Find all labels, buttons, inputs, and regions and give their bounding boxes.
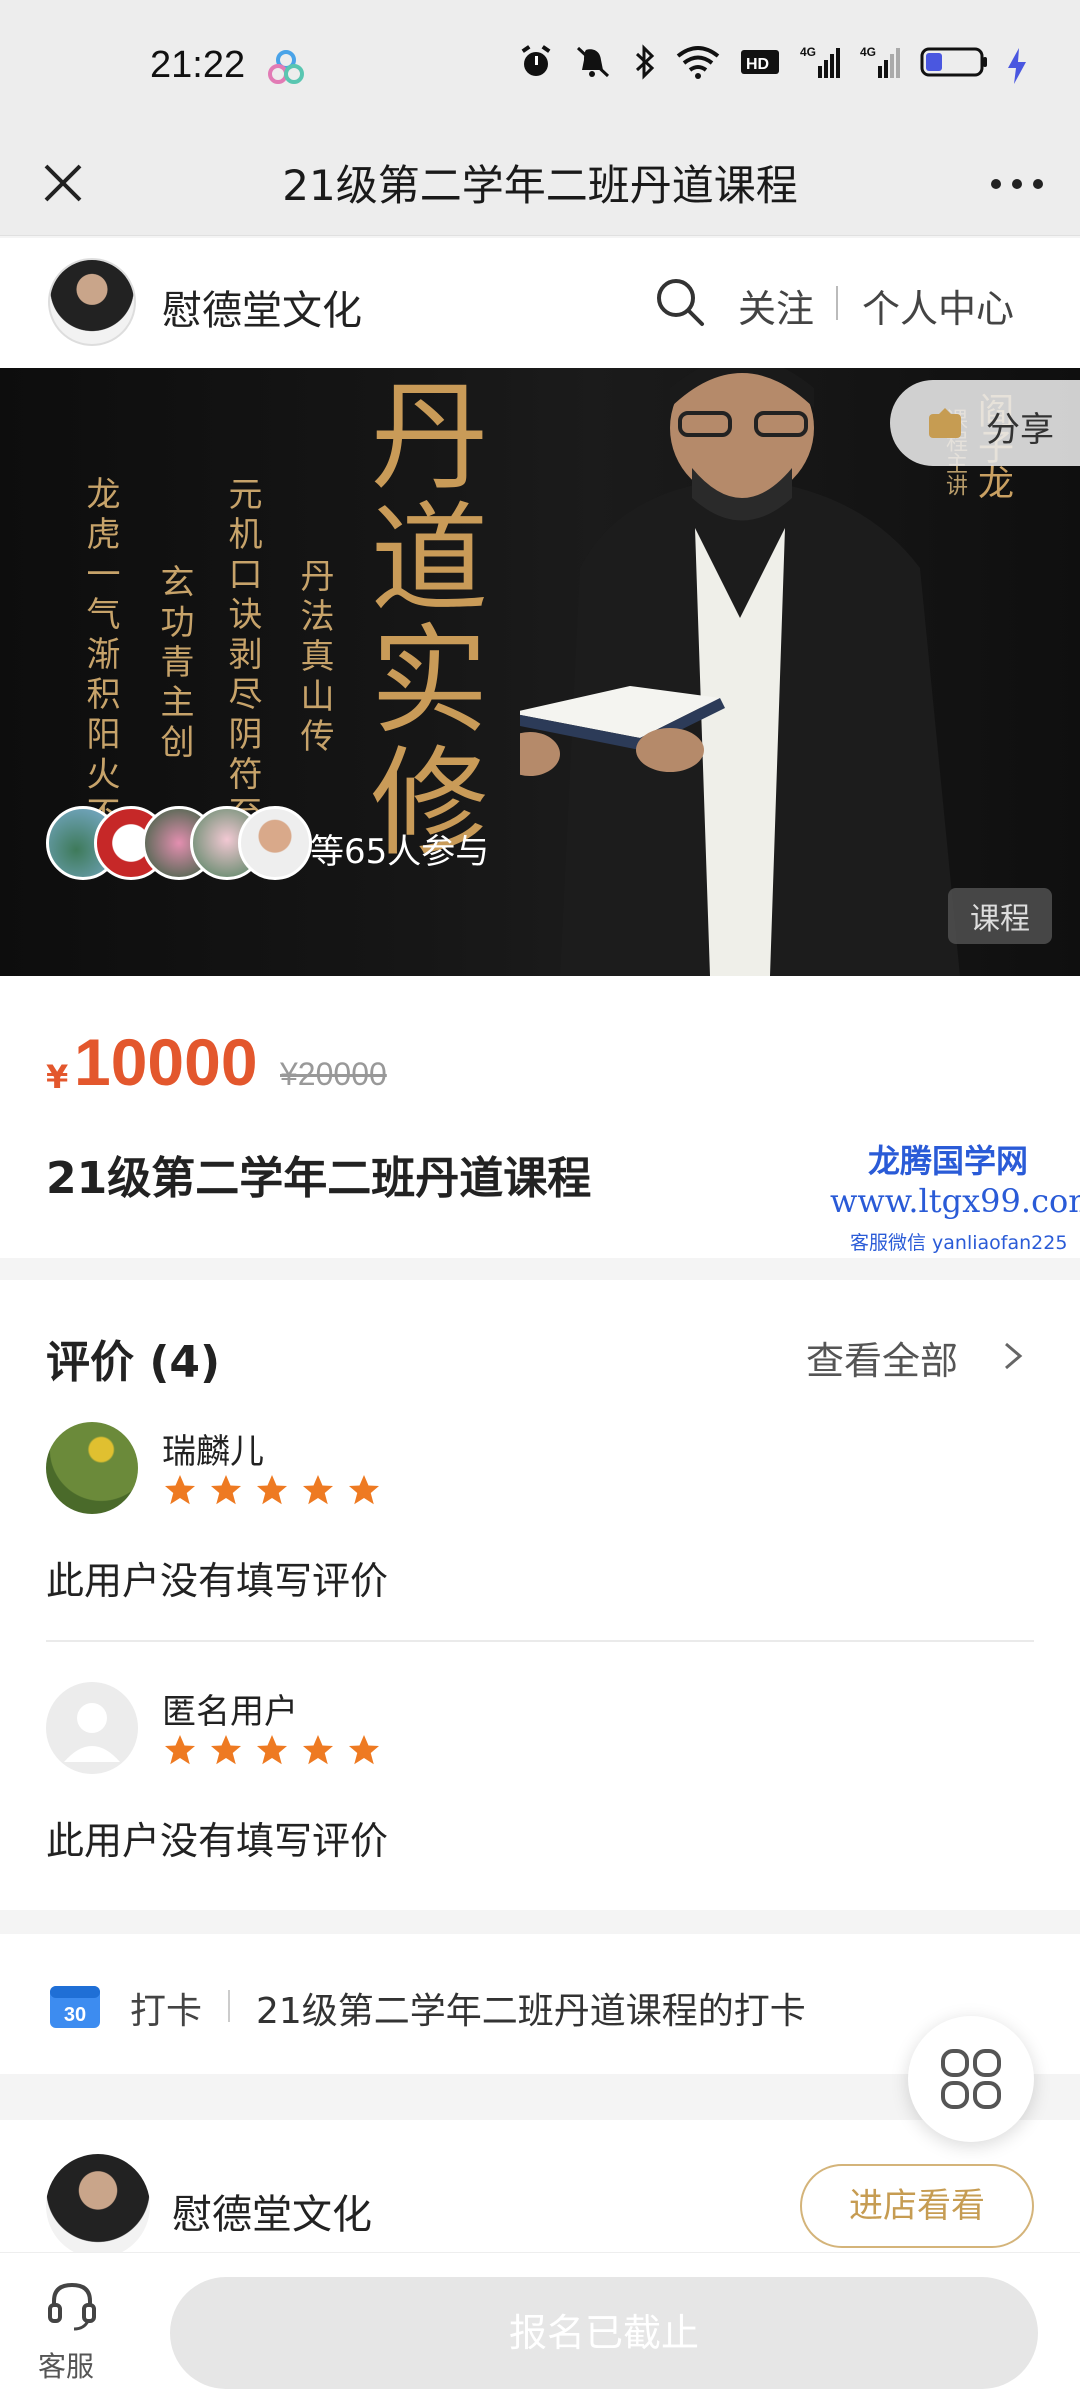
status-icons: HD 4G 4G: [518, 44, 990, 80]
participant-avatar: [238, 806, 312, 880]
checkin-text: 21级第二学年二班丹道课程的打卡: [256, 1991, 806, 2032]
star-icon: [257, 1735, 287, 1765]
review-text: 此用户没有填写评价: [46, 1559, 389, 1603]
rating-stars: [162, 1732, 382, 1768]
watermark-url: www.ltgx99.com: [830, 1182, 1080, 1220]
star-icon: [165, 1735, 195, 1765]
price-original: ¥20000: [280, 1056, 387, 1092]
shop-footer-card: 慰德堂文化 进店看看: [0, 2120, 1080, 2260]
signal-4g-icon-2: 4G: [860, 45, 900, 78]
share-label: 分享: [986, 410, 1054, 450]
alarm-icon: [521, 45, 551, 76]
svg-text:4G: 4G: [860, 45, 876, 59]
star-icon: [165, 1475, 195, 1505]
shop-footer-name[interactable]: 慰德堂文化: [172, 2182, 372, 2240]
chevron-right-icon[interactable]: [998, 1336, 1028, 1376]
watermark-contact: 客服微信 yanliaofan225: [850, 1232, 1068, 1254]
shop-footer-avatar[interactable]: [46, 2154, 150, 2258]
header-divider: [836, 286, 838, 320]
share-button[interactable]: 分享: [890, 380, 1080, 466]
calendar-number: 30: [64, 2004, 86, 2026]
star-icon: [211, 1475, 241, 1505]
reviewer-name: 瑞麟儿: [162, 1432, 264, 1472]
star-icon: [349, 1475, 379, 1505]
more-options-icon[interactable]: [982, 154, 1052, 214]
review-divider: [46, 1640, 1034, 1642]
app-notification-icon: [268, 50, 304, 84]
enroll-button[interactable]: 报名已截止: [170, 2277, 1038, 2389]
course-type-tag: 课程: [948, 888, 1052, 944]
star-icon: [257, 1475, 287, 1505]
mute-icon: [576, 46, 610, 78]
reviews-section: 评价 (4) 查看全部 瑞麟儿 此用户没有填写评价 匿名用户 此用户没有填写评价: [0, 1280, 1080, 1910]
star-icon: [303, 1735, 333, 1765]
svg-text:4G: 4G: [800, 45, 816, 59]
charging-icon: [1008, 48, 1026, 84]
shop-name[interactable]: 慰德堂文化: [162, 278, 362, 336]
price-current: 10000: [74, 1025, 258, 1099]
grid-menu-icon: [941, 2049, 1001, 2109]
rating-stars: [162, 1472, 382, 1508]
calendar-icon: 30: [50, 1986, 100, 2028]
banner-big-title: 丹道实修: [350, 374, 488, 862]
star-icon: [211, 1735, 241, 1765]
customer-service-icon[interactable]: [44, 2277, 100, 2333]
view-all-reviews-link[interactable]: 查看全部: [806, 1330, 958, 1385]
visit-shop-button[interactable]: 进店看看: [800, 2164, 1034, 2248]
watermark-site-name: 龙腾国学网: [868, 1142, 1029, 1180]
bottom-action-bar: 客服 报名已截止: [0, 2252, 1080, 2400]
share-icon: [929, 408, 961, 438]
participants-count: 等65人参与: [310, 832, 490, 872]
star-icon: [349, 1735, 379, 1765]
floating-menu-button[interactable]: [908, 2016, 1034, 2142]
reviews-title: 评价 (4): [46, 1337, 221, 1388]
personal-center-link[interactable]: 个人中心: [862, 278, 1014, 333]
reviewer-avatar: [46, 1682, 138, 1774]
nav-bar: 21级第二学年二班丹道课程: [0, 130, 1080, 236]
signal-4g-icon: 4G: [800, 45, 840, 78]
course-title: 21级第二学年二班丹道课程: [46, 1153, 592, 1204]
svg-text:HD: HD: [746, 56, 769, 73]
follow-button[interactable]: 关注: [738, 278, 814, 333]
status-time: 21:22: [150, 44, 246, 86]
reviewer-name: 匿名用户: [162, 1692, 298, 1732]
checkin-label: 打卡: [130, 1991, 203, 2032]
search-icon[interactable]: [652, 274, 708, 330]
price-currency: ¥: [46, 1058, 69, 1096]
hd-icon: HD: [741, 50, 779, 74]
banner-text-col2: 玄功青主创: [154, 564, 194, 764]
bluetooth-icon: [635, 44, 655, 80]
reviewer-avatar: [46, 1422, 138, 1514]
status-bar: 21:22 HD 4G 4G: [0, 0, 1080, 130]
customer-service-label[interactable]: 客服: [38, 2345, 94, 2385]
price-section: ¥ 10000 ¥20000 21级第二学年二班丹道课程 龙腾国学网 www.l…: [0, 976, 1080, 1258]
default-avatar-icon: [64, 1703, 120, 1762]
battery-icon: [920, 47, 987, 77]
page-title: 21级第二学年二班丹道课程: [282, 161, 798, 210]
course-banner[interactable]: 龙虎一气渐积阳火不难 玄功青主创 元机口诀剥尽阴符至简 丹法真山传 丹道实修 课…: [0, 368, 1080, 976]
shop-header: 慰德堂文化 关注 个人中心: [0, 238, 1080, 368]
wifi-icon: [676, 46, 720, 79]
star-icon: [303, 1475, 333, 1505]
banner-text-col4: 丹法真山传: [294, 558, 334, 758]
checkin-divider: [228, 1990, 230, 2022]
review-text: 此用户没有填写评价: [46, 1819, 389, 1863]
shop-avatar[interactable]: [48, 258, 136, 346]
